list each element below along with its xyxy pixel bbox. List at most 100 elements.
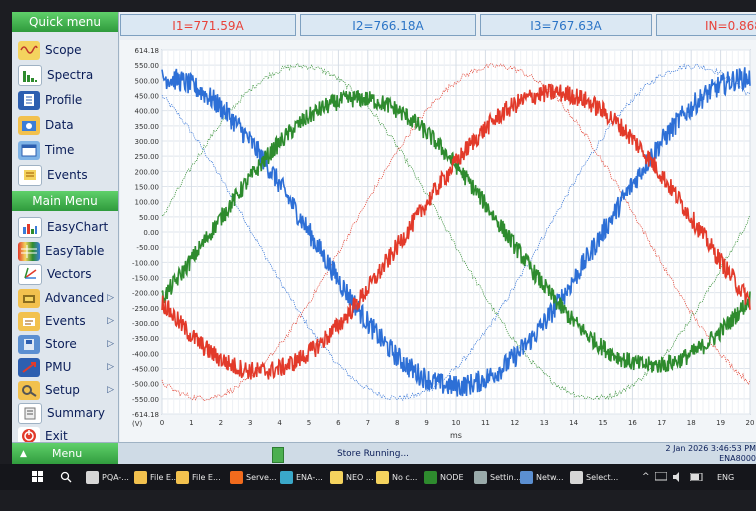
y-axis-label: (V) <box>132 420 143 428</box>
app-icon <box>86 470 99 484</box>
status-device: ENA8000 <box>719 454 756 463</box>
taskbar-app-label: NODE <box>440 472 464 482</box>
taskbar-app-0[interactable]: PQA-... <box>86 468 129 486</box>
chevron-right-icon: ▷ <box>107 362 114 372</box>
x-tick-label: 12 <box>510 419 519 427</box>
battery-tray-icon[interactable] <box>690 468 704 486</box>
y-tick-label: 150.00 <box>135 184 160 192</box>
current-i2: I2=766.18A <box>300 14 476 36</box>
menu-footer-label: Menu <box>52 447 83 460</box>
waveform-chart[interactable]: 614.18550.00500.00450.00400.00350.00300.… <box>120 40 756 446</box>
y-tick-label: -500.00 <box>132 381 159 389</box>
app-icon <box>330 470 343 484</box>
network-icon[interactable] <box>655 468 667 486</box>
x-tick-label: 20 <box>746 419 755 427</box>
taskbar-app-3[interactable]: Serve... <box>230 468 277 486</box>
x-tick-label: 13 <box>540 419 549 427</box>
menu-item-pmu[interactable]: PMU ▷ <box>18 356 118 378</box>
taskbar-app-label: Netw... <box>536 472 564 482</box>
x-tick-label: 19 <box>716 419 725 427</box>
taskbar-app-8[interactable]: Settin... <box>474 468 521 486</box>
menu-item-profile[interactable]: Profile <box>18 89 118 111</box>
x-axis-label: ms <box>450 431 462 440</box>
taskbar-app-4[interactable]: ENA-... <box>280 468 323 486</box>
x-tick-label: 2 <box>219 419 223 427</box>
taskbar-app-label: ENA-... <box>296 472 323 482</box>
y-tick-label: -614.18 <box>132 411 159 419</box>
scope-chart-panel[interactable]: 614.18 550.00 500.00 450.00 400.00 350.00 300.… <box>120 40 756 446</box>
tray-chevron-icon[interactable]: ^ <box>642 468 650 486</box>
x-tick-label: 9 <box>424 419 428 427</box>
taskbar-app-6[interactable]: No c... <box>376 468 417 486</box>
main-menu-header[interactable]: Main Menu <box>12 191 118 211</box>
taskbar-app-7[interactable]: NODE <box>424 468 464 486</box>
taskbar-app-2[interactable]: File E... <box>176 468 221 486</box>
chevron-up-icon: ▲ <box>20 449 27 459</box>
taskbar-app-9[interactable]: Netw... <box>520 468 563 486</box>
taskbar-app-5[interactable]: NEO ... <box>330 468 374 486</box>
menu-item-vectors[interactable]: Vectors <box>18 263 118 285</box>
y-tick-label: 200.00 <box>135 168 160 176</box>
taskbar-app-label: File E... <box>192 472 221 482</box>
menu-item-label: EasyTable <box>45 244 105 258</box>
taskbar-app-1[interactable]: File E... <box>134 468 179 486</box>
menu-item-label: Spectra <box>47 68 94 82</box>
x-tick-label: 4 <box>277 419 282 427</box>
x-tick-label: 8 <box>395 419 399 427</box>
menu-item-advanced[interactable]: Advanced ▷ <box>18 287 118 309</box>
search-icon[interactable] <box>60 468 72 486</box>
taskbar-app-label: Settin... <box>490 472 522 482</box>
taskbar-app-label: No c... <box>392 472 418 482</box>
sidebar: Quick menu Scope Spectra Profile Data Ti… <box>12 12 119 464</box>
y-tick-label: -300.00 <box>132 320 159 328</box>
y-tick-label: -50.00 <box>136 244 159 252</box>
chevron-right-icon: ▷ <box>107 316 114 326</box>
x-tick-label: 17 <box>657 419 666 427</box>
app-icon <box>134 470 147 484</box>
language-indicator[interactable]: ENG <box>717 468 734 486</box>
menu-item-setup[interactable]: Setup ▷ <box>18 379 118 401</box>
menu-item-label: Time <box>45 143 75 157</box>
taskbar-app-10[interactable]: Select... <box>570 468 618 486</box>
battery-icon <box>272 447 284 463</box>
easychart-icon <box>18 216 42 238</box>
app-window: Quick menu Scope Spectra Profile Data Ti… <box>12 12 756 464</box>
menu-item-time[interactable]: Time <box>18 139 118 161</box>
menu-item-events[interactable]: Events <box>18 164 118 186</box>
y-tick-label: -400.00 <box>132 350 159 358</box>
x-tick-label: 7 <box>366 419 370 427</box>
windows-start-icon[interactable] <box>32 468 44 486</box>
menu-item-summary[interactable]: Summary <box>18 402 118 424</box>
menu-item-label: Events <box>45 314 86 328</box>
y-tick-label: 400.00 <box>135 108 160 116</box>
menu-item-label: Advanced <box>45 291 105 305</box>
menu-item-store[interactable]: Store ▷ <box>18 333 118 355</box>
y-tick-label: 50.00 <box>139 214 159 222</box>
menu-item-spectra[interactable]: Spectra <box>18 64 118 86</box>
y-tick-label: -100.00 <box>132 259 159 267</box>
y-tick-label: 450.00 <box>135 93 160 101</box>
menu-item-label: Profile <box>45 93 83 107</box>
current-readouts: I1=771.59A I2=766.18A I3=767.63A IN=0.86… <box>120 14 756 36</box>
y-tick-label: 100.00 <box>135 199 160 207</box>
menu-item-scope[interactable]: Scope <box>18 39 118 61</box>
volume-icon[interactable] <box>672 468 684 486</box>
x-tick-label: 10 <box>452 419 461 427</box>
menu-footer-button[interactable]: ▲ Menu <box>12 443 118 464</box>
quick-menu-header[interactable]: Quick menu <box>12 12 118 32</box>
app-icon <box>570 470 583 484</box>
x-tick-label: 0 <box>160 419 164 427</box>
app-icon <box>176 470 189 484</box>
easytable-icon <box>18 241 40 261</box>
menu-item-data[interactable]: Data <box>18 114 118 136</box>
menu-item-label: PMU <box>45 360 72 374</box>
x-tick-label: 14 <box>569 419 578 427</box>
app-icon <box>424 470 437 484</box>
menu-item-easytable[interactable]: EasyTable <box>18 240 118 262</box>
y-tick-label: -350.00 <box>132 335 159 343</box>
pmu-icon <box>18 357 40 377</box>
menu-item-events-main[interactable]: Events ▷ <box>18 310 118 332</box>
x-tick-label: 5 <box>307 419 311 427</box>
menu-item-easychart[interactable]: EasyChart <box>18 216 118 238</box>
summary-icon <box>18 402 42 424</box>
